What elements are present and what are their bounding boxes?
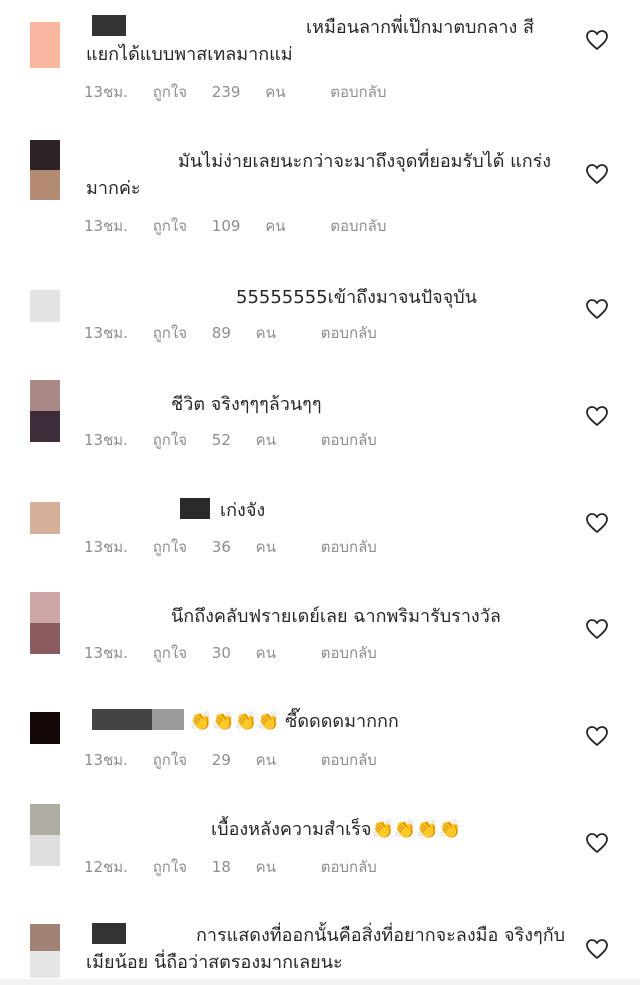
likes-count[interactable]: ถูกใจ 89 คน	[153, 324, 296, 342]
avatar[interactable]	[30, 140, 60, 200]
redacted-username	[126, 15, 306, 36]
comment-meta: 13ชม. ถูกใจ 89 คน ตอบกลับ	[84, 321, 397, 342]
comment-time: 13ชม.	[84, 83, 128, 101]
reply-button[interactable]: ตอบกลับ	[330, 83, 386, 101]
likes-count[interactable]: ถูกใจ 36 คน	[153, 538, 296, 556]
comment-time: 13ชม.	[84, 751, 128, 769]
avatar[interactable]	[30, 712, 60, 744]
reply-button[interactable]: ตอบกลับ	[321, 751, 377, 769]
comment-text: ชีวิต จริงๆๆๆล้วนๆๆ	[171, 394, 322, 415]
comment-time: 13ชม.	[84, 431, 128, 449]
comment-text-block: การแสดงที่ออกนั้นคือสิ่งที่อยากจะลงมือ จ…	[86, 922, 566, 976]
comment-meta: 13ชม. ถูกใจ 239 คน ตอบกลับ	[84, 80, 406, 101]
heart-icon[interactable]	[585, 725, 609, 747]
comment-text: เก่งจัง	[220, 500, 266, 521]
reply-button[interactable]: ตอบกลับ	[321, 858, 377, 876]
avatar[interactable]	[30, 22, 60, 68]
redacted-username	[180, 498, 210, 519]
redacted-username	[86, 149, 178, 170]
bottom-edge	[0, 979, 640, 985]
avatar[interactable]	[30, 502, 60, 534]
comment-time: 13ชม.	[84, 324, 128, 342]
comment-text-block: 55555555เข้าถึงมาจนปัจจุบัน	[86, 284, 566, 311]
likes-count[interactable]: ถูกใจ 29 คน	[153, 751, 296, 769]
heart-icon[interactable]	[585, 618, 609, 640]
heart-icon[interactable]	[585, 298, 609, 320]
heart-icon[interactable]	[585, 832, 609, 854]
comment-text-block: เหมือนลากพี่เป๊กมาตบกลาง สีแยกได้แบบพาสเ…	[86, 14, 566, 68]
redacted-username	[92, 15, 126, 36]
likes-count[interactable]: ถูกใจ 52 คน	[153, 431, 296, 449]
comment-text: 55555555เข้าถึงมาจนปัจจุบัน	[236, 287, 477, 308]
comment-text: นึกถึงคลับฟรายเดย์เลย ฉากพริมารับรางวัล	[171, 606, 501, 627]
reply-button[interactable]: ตอบกลับ	[330, 217, 386, 235]
redacted-username	[92, 923, 126, 944]
avatar[interactable]	[30, 804, 60, 866]
comment-meta: 13ชม. ถูกใจ 30 คน ตอบกลับ	[84, 641, 397, 662]
comment-text-block: ชีวิต จริงๆๆๆล้วนๆๆ	[86, 391, 566, 418]
comment-time: 13ชม.	[84, 644, 128, 662]
reply-button[interactable]: ตอบกลับ	[321, 324, 377, 342]
comment-text: ซี๊ดดดดมากกก	[285, 711, 399, 732]
comment-meta: 13ชม. ถูกใจ 36 คน ตอบกลับ	[84, 535, 397, 556]
heart-icon[interactable]	[585, 512, 609, 534]
avatar[interactable]	[30, 380, 60, 442]
redacted-username	[126, 923, 196, 944]
redacted-username	[152, 709, 184, 730]
clapping-hands-icon: 👏👏👏👏	[189, 711, 280, 732]
heart-icon[interactable]	[585, 405, 609, 427]
avatar[interactable]	[30, 924, 60, 978]
heart-icon[interactable]	[585, 163, 609, 185]
heart-icon[interactable]	[585, 29, 609, 51]
reply-button[interactable]: ตอบกลับ	[321, 538, 377, 556]
reply-button[interactable]: ตอบกลับ	[321, 644, 377, 662]
avatar[interactable]	[30, 592, 60, 654]
comment-time: 13ชม.	[84, 538, 128, 556]
likes-count[interactable]: ถูกใจ 18 คน	[153, 858, 296, 876]
heart-icon[interactable]	[585, 938, 609, 960]
likes-count[interactable]: ถูกใจ 239 คน	[153, 83, 306, 101]
comment-text-block: มันไม่ง่ายเลยนะกว่าจะมาถึงจุดที่ยอมรับได…	[86, 148, 566, 202]
comment-text-block: เก่งจัง	[86, 497, 566, 524]
comment-text: เบื้องหลังความสำเร็จ	[211, 819, 372, 840]
comment-text-block: 👏👏👏👏 ซี๊ดดดดมากกก	[86, 708, 566, 735]
clapping-hands-icon: 👏👏👏👏	[371, 819, 462, 840]
reply-button[interactable]: ตอบกลับ	[321, 431, 377, 449]
likes-count[interactable]: ถูกใจ 30 คน	[153, 644, 296, 662]
comment-time: 13ชม.	[84, 217, 128, 235]
comment-meta: 13ชม. ถูกใจ 52 คน ตอบกลับ	[84, 428, 397, 449]
comment-text-block: นึกถึงคลับฟรายเดย์เลย ฉากพริมารับรางวัล	[86, 603, 566, 630]
comment-meta: 13ชม. ถูกใจ 109 คน ตอบกลับ	[84, 214, 406, 235]
comment-meta: 13ชม. ถูกใจ 29 คน ตอบกลับ	[84, 748, 397, 769]
likes-count[interactable]: ถูกใจ 109 คน	[153, 217, 306, 235]
comment-meta: 12ชม. ถูกใจ 18 คน ตอบกลับ	[84, 855, 397, 876]
avatar[interactable]	[30, 290, 60, 322]
comment-time: 12ชม.	[84, 858, 128, 876]
comment-text-block: เบื้องหลังความสำเร็จ👏👏👏👏	[86, 816, 566, 843]
redacted-username	[92, 709, 152, 730]
